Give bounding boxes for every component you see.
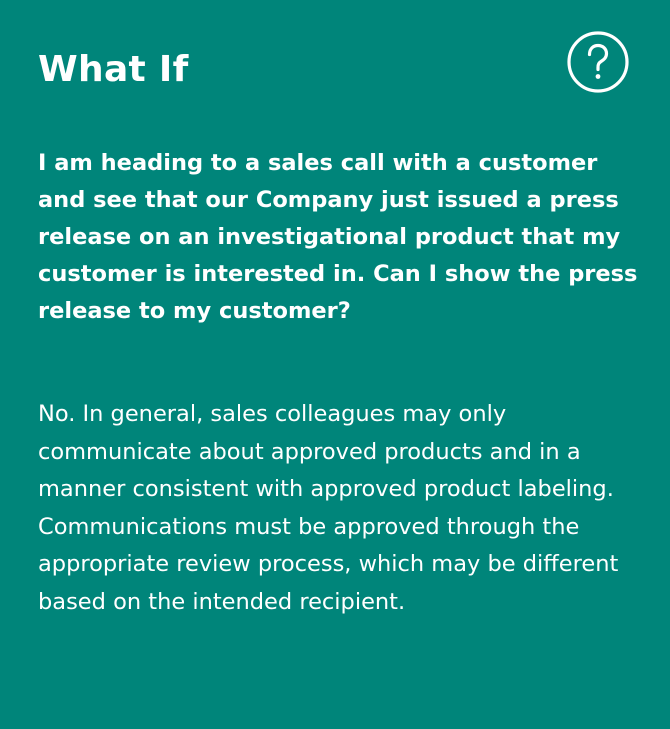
card-title: What If xyxy=(38,49,189,90)
what-if-card: What If I am heading to a sales call wit… xyxy=(0,0,670,729)
answer-text: No. In general, sales colleagues may onl… xyxy=(38,401,619,615)
question-text: I am heading to a sales call with a cust… xyxy=(38,150,638,324)
question-circle-icon xyxy=(566,30,630,94)
